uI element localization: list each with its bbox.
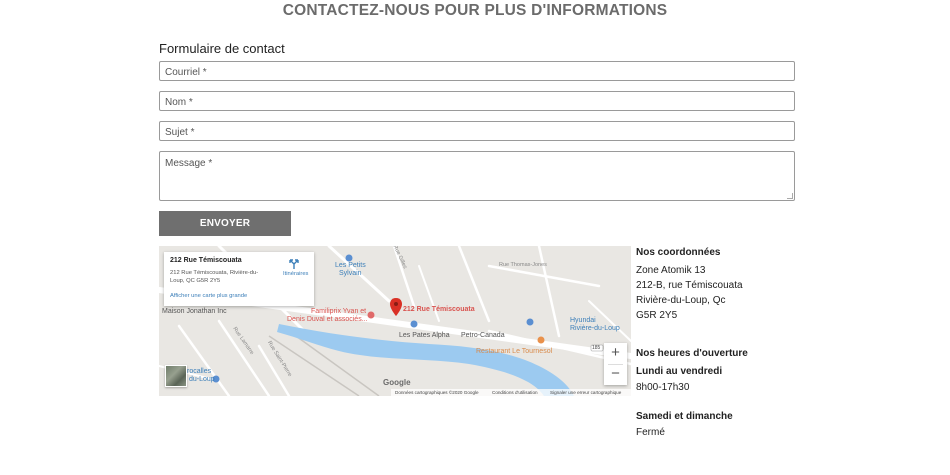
poi-petits-1: Les Petits [335, 262, 366, 269]
map-data-credit: Données cartographiques ©2020 Google [395, 390, 479, 395]
directions-icon[interactable] [288, 258, 300, 270]
weekend-label: Samedi et dimanche [636, 411, 733, 422]
map-terms-link[interactable]: Conditions d'utilisation [492, 390, 538, 395]
zoom-out-button[interactable]: − [604, 364, 627, 384]
address-line-1: Zone Atomik 13 [636, 265, 706, 276]
place-name: 212 Rue Témiscouata [170, 257, 242, 264]
name-field[interactable] [160, 93, 794, 112]
page-title: CONTACTEZ-NOUS POUR PLUS D'INFORMATIONS [282, 2, 668, 19]
road-label-thomas: Rue Thomas-Jones [499, 262, 547, 268]
resize-handle[interactable] [787, 193, 793, 199]
google-logo: Google [383, 378, 411, 387]
address-line-4: G5R 2Y5 [636, 310, 678, 321]
weekend-hours: Fermé [636, 427, 665, 438]
map-footer: Données cartographiques ©2020 Google Con… [391, 389, 631, 396]
poi-familiprix: Familiprix Yvan et [311, 308, 367, 315]
poi-petits-2: Sylvain [339, 270, 362, 277]
poi-hyundai-2: Rivière-du-Loup [570, 325, 620, 332]
email-field-box [159, 61, 795, 82]
name-field-box [159, 91, 795, 112]
pin-label: 212 Rue Témiscouata [403, 306, 475, 313]
weekdays-hours: 8h00-17h30 [636, 382, 690, 393]
subject-field-box [159, 121, 795, 142]
subject-field[interactable] [160, 123, 794, 142]
poi-grocalles: rocalles [187, 368, 212, 375]
route-shield-label: 185 [592, 345, 601, 351]
message-field[interactable] [160, 152, 794, 200]
send-button[interactable]: ENVOYER [159, 211, 291, 236]
poi-grocalles-2: du-Loup [189, 376, 215, 383]
poi-maison: Maison Jonathan Inc [162, 308, 227, 315]
hours-heading: Nos heures d'ouverture [636, 348, 748, 359]
email-field[interactable] [160, 63, 794, 82]
poi-petro: Petro-Canada [461, 332, 505, 339]
coords-heading: Nos coordonnées [636, 247, 721, 258]
poi-restaurant: Restaurant Le Tournesol [476, 348, 553, 355]
message-field-box [159, 151, 795, 201]
map-info-card: 212 Rue Témiscouata 212 Rue Témiscouata,… [164, 252, 314, 306]
map-report-link[interactable]: Signaler une erreur cartographique [550, 390, 621, 395]
pin-marker [390, 298, 402, 316]
map[interactable]: Rue Thomas-Jones Rue Gilles Rue Lamarre … [159, 246, 631, 396]
poi-pates: Les Pates Alpha [399, 332, 450, 339]
poi-familiprix-2: Denis Duval et associés... [287, 316, 368, 323]
larger-map-link[interactable]: Afficher une carte plus grande [170, 293, 247, 299]
weekdays-label: Lundi au vendredi [636, 366, 723, 377]
place-address: 212 Rue Témiscouata, Rivière-du-Loup, QC… [170, 270, 259, 284]
zoom-in-button[interactable]: + [604, 343, 627, 363]
zoom-control: + − [604, 343, 627, 385]
address-line-3: Rivière-du-Loup, Qc [636, 295, 726, 306]
address-line-2: 212-B, rue Témiscouata [636, 280, 743, 291]
satellite-toggle[interactable] [165, 365, 187, 387]
form-heading: Formulaire de contact [159, 41, 285, 56]
poi-hyundai-1: Hyundai [570, 317, 596, 324]
directions-label[interactable]: Itinéraires [283, 271, 308, 277]
